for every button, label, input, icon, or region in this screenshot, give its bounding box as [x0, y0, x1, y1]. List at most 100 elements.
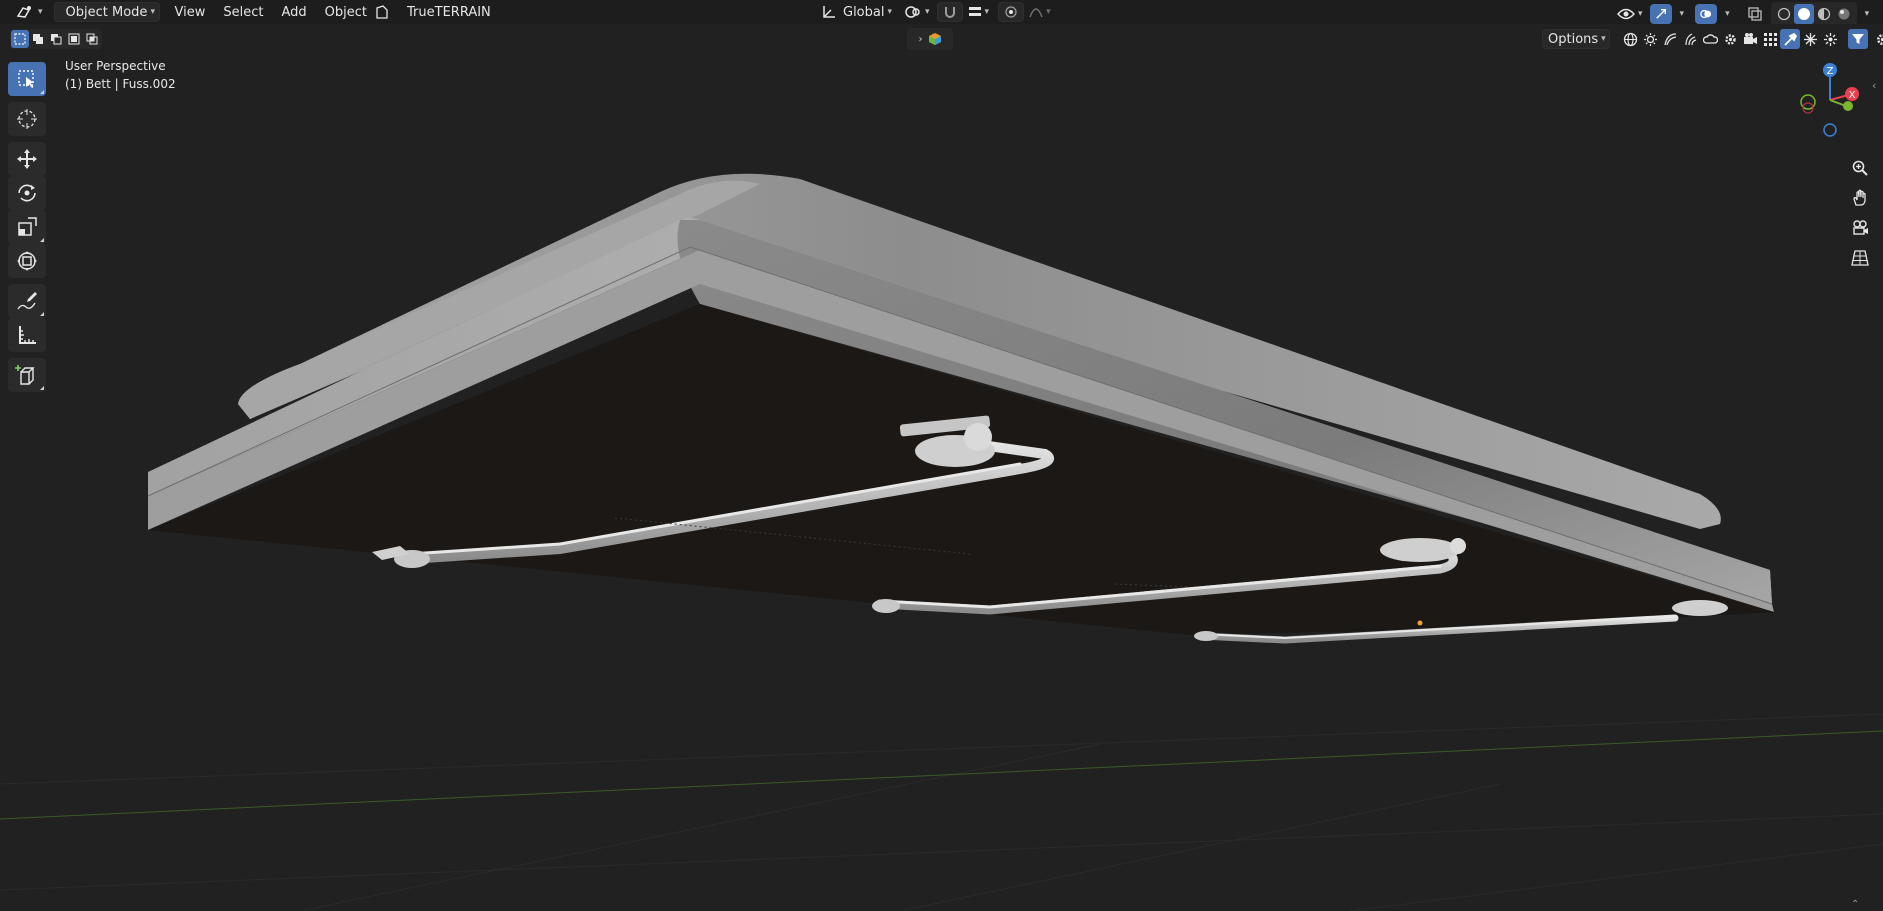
- camera-view-button[interactable]: [1847, 215, 1873, 241]
- select-new-icon[interactable]: [11, 30, 29, 48]
- transform-icon: [17, 251, 37, 271]
- object-info: (1) Bett | Fuss.002: [65, 77, 176, 91]
- light-icon[interactable]: [1640, 29, 1660, 49]
- rotate-icon: [18, 184, 36, 202]
- snap-target-dropdown[interactable]: ▾: [963, 2, 995, 22]
- cursor-tool[interactable]: [8, 102, 46, 136]
- gear-icon[interactable]: [1720, 29, 1740, 49]
- chevron-down-icon: ▾: [887, 7, 893, 17]
- proportional-edit-toggle[interactable]: [998, 2, 1025, 22]
- select-extend-icon[interactable]: [29, 30, 47, 48]
- y-axis-handle[interactable]: [1843, 101, 1853, 111]
- globe-icon[interactable]: [1620, 29, 1640, 49]
- shading-mode-group: [1770, 2, 1857, 26]
- asset-shelf-toggle[interactable]: ›: [907, 28, 953, 50]
- chevron-down-icon: ▾: [150, 7, 155, 17]
- transform-orientation-dropdown[interactable]: Global ▾: [816, 2, 897, 22]
- editor-type-button[interactable]: ▾: [10, 2, 48, 22]
- magnet-icon: [944, 7, 955, 18]
- chevron-down-icon: ▾: [38, 7, 43, 17]
- scale-tool[interactable]: [8, 210, 46, 244]
- select-invert-icon[interactable]: [65, 30, 83, 48]
- chevron-down-icon: ▾: [1679, 9, 1685, 19]
- corner-triangle-icon: [40, 238, 44, 242]
- settings-gear-icon[interactable]: [1872, 29, 1883, 49]
- falloff-icon: [1029, 8, 1043, 18]
- perspective-toggle-button[interactable]: [1847, 245, 1873, 271]
- 3d-viewport-icon: [16, 6, 31, 18]
- visibility-dropdown[interactable]: ▾: [1612, 4, 1648, 24]
- move-tool[interactable]: [8, 142, 46, 176]
- armature-icon[interactable]: [1780, 29, 1800, 49]
- grid-perspective-icon: [1851, 250, 1869, 266]
- corner-triangle-icon: [40, 312, 44, 316]
- material-shading-icon[interactable]: [1814, 4, 1834, 24]
- empty-icon[interactable]: [1800, 29, 1820, 49]
- rotate-tool[interactable]: [8, 176, 46, 210]
- snap-toggle[interactable]: [936, 2, 963, 22]
- xray-toggle[interactable]: [1743, 4, 1767, 24]
- chevron-right-icon: ›: [918, 33, 923, 45]
- menu-object[interactable]: Object: [320, 2, 372, 22]
- transform-tool[interactable]: [8, 244, 46, 278]
- menu-add[interactable]: Add: [277, 2, 312, 22]
- view-name: User Perspective: [65, 59, 166, 73]
- chevron-down-icon: ▾: [1864, 9, 1870, 19]
- overlays-dropdown[interactable]: ▾: [1717, 4, 1735, 24]
- options-dropdown[interactable]: Options ▾: [1542, 29, 1610, 49]
- chevron-up-icon[interactable]: ⌃: [1851, 899, 1859, 910]
- overlays-toggle[interactable]: [1695, 4, 1718, 24]
- mode-label: Object Mode: [65, 4, 148, 20]
- select-subtract-icon[interactable]: [47, 30, 65, 48]
- force-field-icon[interactable]: [1820, 29, 1840, 49]
- wireframe-shading-icon[interactable]: [1774, 4, 1794, 24]
- chevron-down-icon: ▾: [925, 7, 930, 17]
- menu-view[interactable]: View: [170, 2, 211, 22]
- object-origin-dot: [1417, 620, 1423, 626]
- 3d-viewport[interactable]: User Perspective (1) Bett | Fuss.002 Z X…: [0, 24, 1883, 911]
- curve-icon[interactable]: [1660, 29, 1680, 49]
- zoom-icon: [1852, 160, 1868, 176]
- tool-header: › Options ▾: [0, 27, 1883, 51]
- menu-select[interactable]: Select: [218, 2, 268, 22]
- menu-trueterrain[interactable]: TrueTERRAIN: [402, 2, 496, 22]
- snap-increment-icon: [968, 7, 981, 16]
- select-mode-group: [10, 29, 102, 49]
- neg-z-axis-handle[interactable]: [1823, 123, 1837, 137]
- mesh-grid-icon[interactable]: [1760, 29, 1780, 49]
- hair-icon[interactable]: [1680, 29, 1700, 49]
- gizmo-toggle[interactable]: [1649, 4, 1672, 24]
- corner-triangle-icon: [40, 90, 44, 94]
- gizmo-dropdown[interactable]: ▾: [1672, 4, 1690, 24]
- filter-icon[interactable]: [1848, 29, 1868, 49]
- sidebar-expand-icon[interactable]: ‹: [1872, 79, 1876, 92]
- cloud-icon[interactable]: [1700, 29, 1720, 49]
- chevron-down-icon: ▾: [1725, 9, 1730, 19]
- options-label: Options: [1548, 31, 1599, 47]
- shading-dropdown[interactable]: ▾: [1857, 4, 1875, 24]
- zoom-button[interactable]: [1847, 155, 1873, 181]
- camera-object-icon[interactable]: [1740, 29, 1760, 49]
- chevron-down-icon: ▾: [1601, 34, 1606, 44]
- annotate-tool[interactable]: [8, 284, 46, 318]
- pan-button[interactable]: [1847, 185, 1873, 211]
- chevron-down-icon: ▾: [984, 7, 990, 17]
- proportional-icon: [1005, 6, 1017, 18]
- camera-icon: [1853, 220, 1868, 235]
- z-axis-label: Z: [1827, 66, 1834, 77]
- select-intersect-icon[interactable]: [83, 30, 101, 48]
- chevron-down-icon: ▾: [1638, 9, 1643, 19]
- add-cube-tool[interactable]: [8, 358, 46, 392]
- rendered-shading-icon[interactable]: [1834, 4, 1854, 24]
- annotate-icon: [17, 292, 37, 310]
- proportional-falloff-dropdown[interactable]: ▾: [1024, 2, 1056, 22]
- solid-shading-icon[interactable]: [1793, 4, 1814, 24]
- pivot-point-dropdown[interactable]: ▾: [899, 2, 935, 22]
- navigation-gizmo[interactable]: Z X: [1790, 60, 1870, 140]
- eye-icon: [1617, 8, 1635, 20]
- mode-dropdown[interactable]: Object Mode ▾: [53, 2, 160, 22]
- select-box-tool[interactable]: [8, 62, 46, 96]
- gpencil-icon[interactable]: [372, 2, 392, 22]
- measure-tool[interactable]: [8, 318, 46, 352]
- overlays-icon: [1700, 9, 1712, 19]
